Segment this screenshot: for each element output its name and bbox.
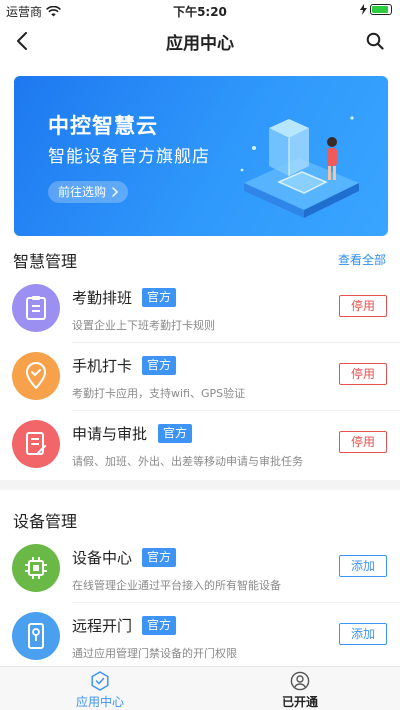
clipboard-icon [12,284,60,332]
app-row-application-approval[interactable]: 申请与审批 官方 请假、加班、外出、出差等移动申请与审批任务 停用 [0,411,400,479]
app-name: 手机打卡 [72,357,133,375]
promo-banner[interactable]: 中控智慧云 智能设备官方旗舰店 前往选购 [14,76,388,236]
page-title: 应用中心 [166,34,234,54]
app-row-device-center[interactable]: 设备中心 官方 在线管理企业通过平台接入的所有智能设备 添加 [0,535,400,603]
banner-button-label: 前往选购 [58,185,107,199]
tab-label: 已开通 [281,695,318,709]
official-badge: 官方 [142,288,177,307]
door-phone-icon [12,612,60,660]
smart-device-illustration [240,116,359,218]
official-badge: 官方 [142,616,177,635]
app-name: 申请与审批 [72,425,148,443]
document-edit-icon [12,420,60,468]
status-time: 下午5:20 [173,5,227,19]
official-badge: 官方 [158,424,193,443]
official-badge: 官方 [142,356,177,375]
disable-button[interactable]: 停用 [339,363,387,385]
nav-bar: 应用中心 [0,20,400,62]
app-description: 请假、加班、外出、出差等移动申请与审批任务 [72,455,303,468]
battery-level [372,6,389,13]
section-title: 智慧管理 [13,252,78,271]
location-check-icon [12,352,60,400]
disable-button[interactable]: 停用 [339,295,387,317]
chevron-right-icon [112,187,119,197]
app-description: 设置企业上下班考勤打卡规则 [72,319,215,332]
app-row-remote-door[interactable]: 远程开门 官方 通过应用管理门禁设备的开门权限 添加 [0,603,400,671]
banner-subtitle: 智能设备官方旗舰店 [48,147,210,167]
app-description: 在线管理企业通过平台接入的所有智能设备 [72,579,281,592]
battery-icon [370,4,392,15]
add-button[interactable]: 添加 [339,555,387,577]
section-header-device-management: 设备管理 [0,504,400,534]
app-description: 通过应用管理门禁设备的开门权限 [72,647,237,660]
view-all-link[interactable]: 查看全部 [338,251,386,268]
search-icon [366,32,384,50]
tab-activated[interactable]: 已开通 [200,667,400,710]
section-gap [0,480,400,490]
disable-button[interactable]: 停用 [339,431,387,453]
official-badge: 官方 [142,548,177,567]
battery-indicator [360,4,392,15]
add-button[interactable]: 添加 [339,623,387,645]
bottom-tab-bar: 应用中心 已开通 [0,666,400,710]
app-description: 考勤打卡应用，支持wifi、GPS验证 [72,387,246,400]
banner-shop-button[interactable]: 前往选购 [48,181,129,203]
user-circle-icon [290,671,310,691]
section-header-smart-management: 智慧管理 查看全部 [0,244,400,274]
banner-title: 中控智慧云 [48,114,158,138]
search-button[interactable] [362,28,388,54]
app-row-attendance-scheduling[interactable]: 考勤排班 官方 设置企业上下班考勤打卡规则 停用 [0,275,400,343]
app-center-icon [91,671,109,691]
status-bar: 运营商 下午5:20 [0,0,400,20]
chip-icon [12,544,60,592]
app-name: 设备中心 [72,549,133,567]
section-title: 设备管理 [13,512,78,531]
app-name: 考勤排班 [72,289,133,307]
charging-icon [360,4,367,15]
app-name: 远程开门 [72,617,133,635]
app-row-mobile-checkin[interactable]: 手机打卡 官方 考勤打卡应用，支持wifi、GPS验证 停用 [0,343,400,411]
tab-app-center[interactable]: 应用中心 [0,667,200,710]
tab-label: 应用中心 [75,695,124,709]
